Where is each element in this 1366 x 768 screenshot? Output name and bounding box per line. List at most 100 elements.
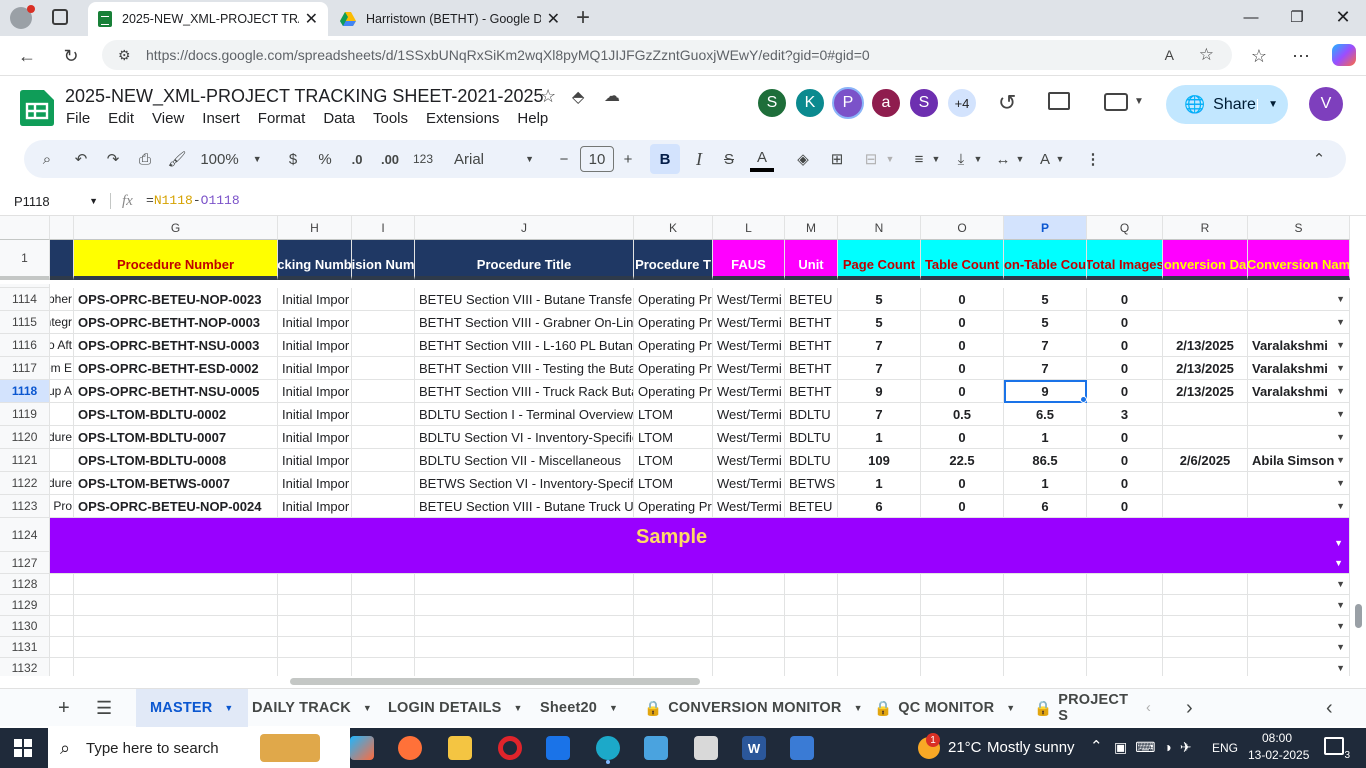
table-cell[interactable] xyxy=(352,380,415,403)
cell-dropdown-icon[interactable]: ▼ xyxy=(1336,386,1345,396)
column-header[interactable]: I xyxy=(352,216,415,240)
add-sheet-icon[interactable]: + xyxy=(58,689,70,727)
app-icon[interactable] xyxy=(644,736,668,760)
column-title-cell[interactable]: Procedure Title xyxy=(415,240,634,280)
table-cell[interactable]: 1 xyxy=(1004,472,1087,495)
row-header[interactable]: 1124 xyxy=(0,518,50,552)
table-cell[interactable]: BETEU Section VIII - Butane Truck Un xyxy=(415,495,634,518)
scroll-tabs-left-icon[interactable]: ‹ xyxy=(1146,689,1151,727)
column-header[interactable]: M xyxy=(785,216,838,240)
table-cell[interactable] xyxy=(74,616,278,637)
cell-dropdown-icon[interactable]: ▼ xyxy=(1336,642,1345,652)
table-cell[interactable] xyxy=(1163,311,1248,334)
cell-dropdown-icon[interactable]: ▼ xyxy=(1334,558,1343,568)
table-cell[interactable]: Initial Impor xyxy=(278,403,352,426)
table-cell[interactable] xyxy=(50,616,74,637)
table-cell[interactable] xyxy=(838,595,921,616)
all-sheets-icon[interactable]: ☰ xyxy=(96,689,112,727)
cell-dropdown-icon[interactable]: ▼ xyxy=(1334,538,1343,548)
table-cell[interactable]: 0 xyxy=(1087,357,1163,380)
table-cell[interactable] xyxy=(921,616,1004,637)
table-cell[interactable] xyxy=(713,637,785,658)
tab-actions-icon[interactable] xyxy=(52,9,68,25)
table-cell[interactable]: 0 xyxy=(921,311,1004,334)
table-cell[interactable] xyxy=(921,574,1004,595)
row-header[interactable]: 1114 xyxy=(0,288,50,311)
increase-decimal-button[interactable]: .00 xyxy=(376,140,404,178)
table-cell[interactable] xyxy=(352,449,415,472)
table-cell[interactable] xyxy=(74,637,278,658)
table-cell[interactable]: up A xyxy=(50,380,74,403)
table-cell[interactable]: 0 xyxy=(1087,472,1163,495)
table-cell[interactable]: 0 xyxy=(921,472,1004,495)
table-cell[interactable] xyxy=(838,616,921,637)
table-cell[interactable] xyxy=(352,637,415,658)
table-cell[interactable] xyxy=(278,658,352,676)
horizontal-scrollbar[interactable] xyxy=(50,676,1350,688)
table-cell[interactable] xyxy=(352,472,415,495)
table-cell[interactable] xyxy=(785,658,838,676)
table-cell[interactable]: 9 xyxy=(1004,380,1087,403)
table-cell[interactable]: 0 xyxy=(921,334,1004,357)
table-cell[interactable] xyxy=(415,574,634,595)
more-collaborators-badge[interactable]: +4 xyxy=(946,87,978,119)
table-cell[interactable]: Varalakshmi ▼ xyxy=(1248,357,1350,380)
column-header[interactable]: L xyxy=(713,216,785,240)
text-rotation-icon[interactable]: A xyxy=(1034,140,1056,178)
version-history-icon[interactable]: ↺ xyxy=(998,90,1016,116)
column-title-cell[interactable]: Conversion Nam xyxy=(1248,240,1350,280)
table-cell[interactable]: BETEU xyxy=(785,288,838,311)
windows-start-icon[interactable] xyxy=(14,739,32,757)
row-header[interactable]: 1128 xyxy=(0,574,50,595)
sheet-tab-project-s[interactable]: 🔒 PROJECT S xyxy=(1034,689,1130,727)
table-cell[interactable]: OPS-OPRC-BETHT-ESD-0002 xyxy=(74,357,278,380)
table-cell[interactable]: BETHT xyxy=(785,334,838,357)
table-cell[interactable]: dure xyxy=(50,426,74,449)
table-cell[interactable]: 0 xyxy=(1087,380,1163,403)
column-header[interactable]: O xyxy=(921,216,1004,240)
table-cell[interactable] xyxy=(921,658,1004,676)
weather-icon[interactable]: 1 xyxy=(918,733,940,759)
table-cell[interactable]: LTOM xyxy=(634,403,713,426)
table-cell[interactable]: 7 xyxy=(1004,357,1087,380)
table-cell[interactable]: 5 xyxy=(838,288,921,311)
table-cell[interactable]: Operating Pr xyxy=(634,288,713,311)
row-header[interactable]: 1119 xyxy=(0,403,50,426)
table-cell[interactable]: 7 xyxy=(838,403,921,426)
row-header[interactable]: 1115 xyxy=(0,311,50,334)
browser-tab-sheets[interactable]: 2025-NEW_XML-PROJECT TRACKI ✕ xyxy=(88,2,328,36)
sheet-tab-master[interactable]: MASTER ▼ xyxy=(136,689,248,727)
table-cell[interactable]: 0.5 xyxy=(921,403,1004,426)
scroll-tabs-right-icon[interactable]: › xyxy=(1186,689,1193,727)
back-icon[interactable]: ← xyxy=(12,42,42,70)
table-cell[interactable] xyxy=(278,595,352,616)
star-icon[interactable]: ☆ xyxy=(540,86,556,107)
column-header[interactable]: J xyxy=(415,216,634,240)
table-cell[interactable]: BETEU xyxy=(785,495,838,518)
column-header[interactable]: R xyxy=(1163,216,1248,240)
redo-icon[interactable]: ↷ xyxy=(102,140,124,178)
cell-dropdown-icon[interactable]: ▼ xyxy=(1336,432,1345,442)
cell-dropdown-icon[interactable]: ▼ xyxy=(1336,340,1345,350)
cell-dropdown-icon[interactable]: ▼ xyxy=(1336,455,1345,465)
table-cell[interactable]: 2/6/2025 xyxy=(1163,449,1248,472)
table-cell[interactable] xyxy=(74,658,278,676)
print-icon[interactable]: ⎙ xyxy=(134,140,156,178)
table-cell[interactable] xyxy=(1163,426,1248,449)
table-cell[interactable] xyxy=(713,616,785,637)
table-cell[interactable]: Initial Impor xyxy=(278,334,352,357)
explore-collapse-icon[interactable]: ‹ xyxy=(1326,689,1333,727)
table-cell[interactable]: LTOM xyxy=(634,472,713,495)
table-cell[interactable] xyxy=(838,637,921,658)
table-cell[interactable] xyxy=(352,495,415,518)
cell-dropdown-icon[interactable]: ▼ xyxy=(1336,294,1345,304)
sheet-tab-conversion-monitor[interactable]: 🔒 CONVERSION MONITOR ▼ xyxy=(644,689,863,727)
table-cell[interactable] xyxy=(1163,472,1248,495)
menu-data[interactable]: Data xyxy=(323,110,355,127)
decrease-font-size-icon[interactable]: − xyxy=(556,140,572,178)
row-header[interactable]: 1123 xyxy=(0,495,50,518)
table-cell[interactable] xyxy=(415,658,634,676)
table-cell[interactable] xyxy=(713,574,785,595)
column-header[interactable]: Q xyxy=(1087,216,1163,240)
increase-font-size-icon[interactable]: + xyxy=(620,140,636,178)
